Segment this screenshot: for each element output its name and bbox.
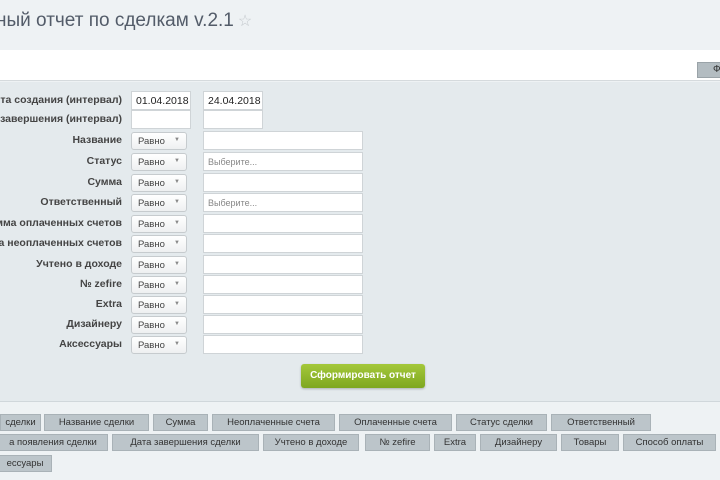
filter-row: № zefire Равно ▼ <box>0 275 720 295</box>
filter-label: мма оплаченных счетов <box>0 217 122 229</box>
column-tab[interactable]: Товары <box>561 434 619 451</box>
chevron-down-icon: ▼ <box>174 281 180 287</box>
filter-row: Сумма Равно ▼ <box>0 173 720 193</box>
filter-label: Extra <box>95 298 122 310</box>
filter-label: Сумма <box>87 176 122 188</box>
operator-value: Равно <box>138 219 165 230</box>
column-tab[interactable]: Extra <box>434 434 476 451</box>
date-to-input[interactable]: 24.04.2018 <box>203 91 263 110</box>
operator-value: Равно <box>138 239 165 250</box>
filter-value-input[interactable] <box>203 173 363 192</box>
column-tab[interactable]: Ответственный <box>551 414 651 431</box>
operator-value: Равно <box>138 136 165 147</box>
filter-row: Ответственный Равно ▼ Выберите... <box>0 193 720 213</box>
toolbar <box>0 50 720 81</box>
operator-select[interactable]: Равно ▼ <box>131 316 187 334</box>
page-title-text: ный отчет по сделкам v.2.1 <box>0 10 234 31</box>
filter-row: Статус Равно ▼ Выберите... <box>0 152 720 172</box>
column-tab[interactable]: Учтено в доходе <box>263 434 359 451</box>
column-tab[interactable]: ессуары <box>0 455 52 472</box>
filter-value-input[interactable] <box>203 234 363 253</box>
generate-report-button[interactable]: Сформировать отчет <box>301 364 425 388</box>
chevron-down-icon: ▼ <box>174 158 180 164</box>
filter-value-input[interactable] <box>203 275 363 294</box>
filter-row: Название Равно ▼ <box>0 131 720 151</box>
filter-button[interactable]: Ф <box>697 62 720 78</box>
filter-value-input[interactable]: Выберите... <box>203 152 363 171</box>
column-tab[interactable]: Неоплаченные счета <box>212 414 335 431</box>
date-to-input[interactable] <box>203 110 263 129</box>
filter-value-input[interactable] <box>203 315 363 334</box>
column-tab[interactable]: № zefire <box>365 434 430 451</box>
filter-value-input[interactable] <box>203 255 363 274</box>
date-filter-row: та создания (интервал) 01.04.2018 24.04.… <box>0 91 720 111</box>
chevron-down-icon: ▼ <box>174 261 180 267</box>
operator-value: Равно <box>138 320 165 331</box>
operator-select[interactable]: Равно ▼ <box>131 132 187 150</box>
filter-label: Название <box>72 134 122 146</box>
column-tab[interactable]: Дизайнеру <box>480 434 557 451</box>
filter-value-input[interactable]: Выберите... <box>203 193 363 212</box>
column-tab[interactable]: Сумма <box>153 414 208 431</box>
filter-value-input[interactable] <box>203 295 363 314</box>
operator-value: Равно <box>138 280 165 291</box>
operator-select[interactable]: Равно ▼ <box>131 276 187 294</box>
column-tab[interactable]: Название сделки <box>44 414 149 431</box>
filter-row: Дизайнеру Равно ▼ <box>0 315 720 335</box>
filter-value-input[interactable] <box>203 335 363 354</box>
operator-select[interactable]: Равно ▼ <box>131 153 187 171</box>
chevron-down-icon: ▼ <box>174 199 180 205</box>
filter-row: Учтено в доходе Равно ▼ <box>0 255 720 275</box>
operator-select[interactable]: Равно ▼ <box>131 215 187 233</box>
column-tab[interactable]: Способ оплаты <box>623 434 716 451</box>
chevron-down-icon: ▼ <box>174 341 180 347</box>
filter-label: та создания (интервал) <box>0 94 122 106</box>
operator-select[interactable]: Равно ▼ <box>131 235 187 253</box>
date-from-input[interactable] <box>131 110 191 129</box>
operator-value: Равно <box>138 340 165 351</box>
date-filter-row: завершения (интервал) <box>0 110 720 130</box>
filter-row: Extra Равно ▼ <box>0 295 720 315</box>
column-tab[interactable]: Статус сделки <box>456 414 547 431</box>
operator-select[interactable]: Равно ▼ <box>131 194 187 212</box>
operator-value: Равно <box>138 260 165 271</box>
column-tab[interactable]: сделки <box>0 414 41 431</box>
filter-row: мма оплаченных счетов Равно ▼ <box>0 214 720 234</box>
operator-select[interactable]: Равно ▼ <box>131 296 187 314</box>
page-title: ный отчет по сделкам v.2.1 ☆ <box>0 10 252 32</box>
filter-label: Статус <box>86 155 122 167</box>
filter-label: Аксессуары <box>59 338 122 350</box>
chevron-down-icon: ▼ <box>174 240 180 246</box>
filter-label: а неоплаченных счетов <box>0 237 122 249</box>
filter-row: а неоплаченных счетов Равно ▼ <box>0 234 720 254</box>
operator-value: Равно <box>138 178 165 189</box>
filter-label: Дизайнеру <box>66 318 122 330</box>
operator-select[interactable]: Равно ▼ <box>131 174 187 192</box>
operator-value: Равно <box>138 157 165 168</box>
filter-label: Учтено в доходе <box>36 258 122 270</box>
chevron-down-icon: ▼ <box>174 179 180 185</box>
column-tab[interactable]: Дата завершения сделки <box>112 434 259 451</box>
filter-label: Ответственный <box>40 196 122 208</box>
chevron-down-icon: ▼ <box>174 301 180 307</box>
star-icon[interactable]: ☆ <box>238 13 252 30</box>
filter-label: завершения (интервал) <box>0 113 122 125</box>
filter-value-input[interactable] <box>203 214 363 233</box>
chevron-down-icon: ▼ <box>174 321 180 327</box>
filter-value-input[interactable] <box>203 131 363 150</box>
operator-value: Равно <box>138 300 165 311</box>
chevron-down-icon: ▼ <box>174 137 180 143</box>
date-from-input[interactable]: 01.04.2018 <box>131 91 191 110</box>
operator-select[interactable]: Равно ▼ <box>131 336 187 354</box>
chevron-down-icon: ▼ <box>174 220 180 226</box>
filter-label: № zefire <box>79 278 122 290</box>
column-tab[interactable]: Оплаченные счета <box>339 414 452 431</box>
filter-row: Аксессуары Равно ▼ <box>0 335 720 355</box>
operator-value: Равно <box>138 198 165 209</box>
operator-select[interactable]: Равно ▼ <box>131 256 187 274</box>
column-tab[interactable]: а появления сделки <box>0 434 108 451</box>
